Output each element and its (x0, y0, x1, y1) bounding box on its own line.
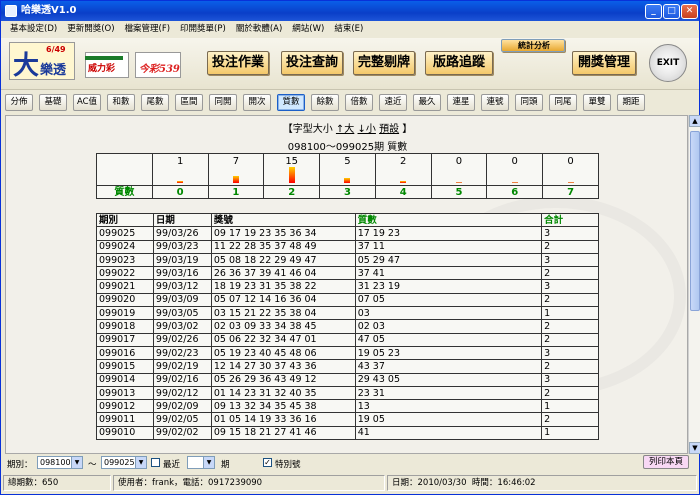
path-tracking-button[interactable]: 版路追蹤 (425, 51, 493, 75)
dist-cell: 15 (263, 153, 321, 186)
status-bar: 總期數：650 使用者：frank，電話：0917239090 日期：2010/… (1, 473, 699, 494)
report-panel: 【字型大小 ↑大 ↓小 預設 】 098100～099025期 質數 1 7 1… (5, 115, 688, 454)
banner: 大 6/49 樂透 威力彩 今彩539 投注作業 投注查詢 完整剔牌 版路追蹤 … (1, 38, 699, 90)
font-size-controls: 【字型大小 ↑大 ↓小 預設 】 (282, 124, 413, 135)
bet-operation-button[interactable]: 投注作業 (207, 51, 269, 75)
table-row[interactable]: 099021 99/03/12 18 19 23 31 35 38 22 31 23 … (96, 279, 599, 294)
app-window: 哈樂透V1.0 _ □ ✕ 基本設定(D) 更新開獎(O) 檔案管理(F) 印開… (0, 0, 700, 495)
dropdown-arrow-icon: ▼ (71, 457, 82, 468)
table-row[interactable]: 099016 99/02/23 05 19 23 40 45 48 06 19 05 … (96, 345, 599, 361)
dist-cell: 0 (542, 153, 599, 186)
recent-checkbox[interactable] (151, 458, 160, 467)
tab-streak-star[interactable]: 連星 (447, 94, 475, 111)
tab-tail[interactable]: 尾數 (141, 94, 169, 111)
tab-ac-value[interactable]: AC值 (73, 94, 101, 111)
table-row[interactable]: 099020 99/03/09 05 07 12 14 16 36 04 07 05 2 (96, 292, 599, 308)
prime-distribution-table: 1 7 15 5 2 0 0 0 質數 0 1 2 3 4 5 6 7 (96, 153, 599, 199)
menu-basic-settings[interactable]: 基本設定(D) (5, 22, 62, 37)
dist-row-label: 質數 (96, 185, 153, 199)
total-periods: 總期數：650 (3, 475, 111, 491)
menu-print-draw[interactable]: 印開獎單(P) (175, 22, 231, 37)
menu-file-manage[interactable]: 檔案管理(F) (120, 22, 176, 37)
big-lotto-logo[interactable]: 大 6/49 樂透 (9, 42, 75, 81)
draw-table: 期別 日期 獎號 質數 合計 099025 99/03/26 09 17 19 23… (96, 212, 599, 441)
tab-zone[interactable]: 區間 (175, 94, 203, 111)
scroll-up-icon[interactable]: ▲ (689, 115, 700, 127)
window-title: 哈樂透V1.0 (21, 5, 77, 16)
date-time: 日期：2010/03/30 時間：16:46:02 (387, 475, 697, 491)
tab-longest[interactable]: 最久 (413, 94, 441, 111)
scroll-down-icon[interactable]: ▼ (689, 442, 700, 454)
special-number-checkbox[interactable]: ✓ (263, 458, 272, 467)
tab-remainder[interactable]: 餘數 (311, 94, 339, 111)
table-row[interactable]: 099011 99/02/05 01 05 14 19 33 36 16 19 05 2 (96, 412, 599, 427)
font-increase-link[interactable]: ↑大 (336, 124, 354, 135)
table-row[interactable]: 099017 99/02/26 05 06 22 32 34 47 01 47 05 2 (96, 332, 599, 347)
dropdown-arrow-icon: ▼ (135, 457, 146, 468)
table-header-row: 期別 日期 獎號 質數 合計 (96, 212, 599, 228)
filter-bar: 期別： 098100 ▼ ～ 099025 ▼ 最近 ▼ 期 ✓ 特別號 列印本頁 (1, 455, 699, 471)
table-row[interactable]: 099014 99/02/16 05 26 29 36 43 49 12 29 43 … (96, 372, 599, 387)
tab-open-count[interactable]: 開次 (243, 94, 271, 111)
tab-basic[interactable]: 基礎 (39, 94, 67, 111)
table-row[interactable]: 099018 99/03/02 02 03 09 33 34 38 45 02 03 2 (96, 319, 599, 334)
dist-cell: 0 (486, 153, 544, 186)
full-filter-button[interactable]: 完整剔牌 (353, 51, 415, 75)
analysis-toolbar: 分佈 基礎 AC值 和數 尾數 區間 同開 開次 質數 餘數 倍數 遠近 最久 … (1, 93, 699, 113)
minimize-button[interactable]: _ (645, 4, 662, 19)
stat-analysis-button[interactable]: 統計分析 (501, 39, 565, 52)
table-row[interactable]: 099022 99/03/16 26 36 37 39 41 46 04 37 41 2 (96, 266, 599, 281)
table-row[interactable]: 099015 99/02/19 12 14 27 30 37 43 36 43 37 2 (96, 359, 599, 374)
font-decrease-link[interactable]: ↓小 (358, 124, 376, 135)
tab-same-open[interactable]: 同開 (209, 94, 237, 111)
menu-update-draw[interactable]: 更新開獎(O) (62, 22, 119, 37)
vertical-scrollbar[interactable]: ▲ ▼ (688, 115, 700, 454)
tab-same-head[interactable]: 同頭 (515, 94, 543, 111)
dist-cell: 5 (319, 153, 376, 186)
tab-odd-even[interactable]: 單雙 (583, 94, 611, 111)
report-title: 098100～099025期 質數 (287, 142, 408, 153)
table-row[interactable]: 099025 99/03/26 09 17 19 23 35 36 34 17 19 … (96, 226, 599, 241)
user-info: 使用者：frank，電話：0917239090 (113, 475, 385, 491)
dropdown-arrow-icon: ▼ (203, 457, 214, 468)
table-row[interactable]: 099019 99/03/05 03 15 21 22 35 38 04 03 1 (96, 306, 599, 321)
scroll-thumb[interactable] (690, 131, 700, 311)
dist-cell: 2 (374, 153, 432, 186)
tab-consecutive[interactable]: 連號 (481, 94, 509, 111)
period-from-select[interactable]: 098100 ▼ (37, 456, 83, 469)
exit-button[interactable]: EXIT (649, 44, 687, 82)
font-default-link[interactable]: 預設 (379, 124, 399, 135)
draw-manage-button[interactable]: 開獎管理 (572, 51, 636, 75)
dist-cell: 7 (207, 153, 265, 186)
title-bar: 哈樂透V1.0 _ □ ✕ (1, 1, 699, 21)
dist-cell: 0 (430, 153, 488, 186)
tab-period-gap[interactable]: 期距 (617, 94, 645, 111)
power-lotto-logo[interactable]: 威力彩 (85, 52, 129, 78)
menu-website[interactable]: 網站(W) (287, 22, 329, 37)
maximize-button[interactable]: □ (663, 4, 680, 19)
tab-distance[interactable]: 遠近 (379, 94, 407, 111)
recent-count-select[interactable]: ▼ (187, 456, 215, 469)
daily539-logo[interactable]: 今彩539 (135, 52, 181, 78)
table-row[interactable]: 099023 99/03/19 05 08 18 22 29 49 47 05 29 … (96, 252, 599, 268)
tab-distribution[interactable]: 分佈 (5, 94, 33, 111)
table-row[interactable]: 099013 99/02/12 01 14 23 31 32 40 35 23 31 2 (96, 385, 599, 401)
menu-about[interactable]: 關於軟體(A) (231, 22, 287, 37)
tab-prime[interactable]: 質數 (277, 94, 305, 111)
tab-multiple[interactable]: 倍數 (345, 94, 373, 111)
bet-query-button[interactable]: 投注查詢 (281, 51, 343, 75)
tab-sum[interactable]: 和數 (107, 94, 135, 111)
table-row[interactable]: 099010 99/02/02 09 15 18 21 27 41 46 41 1 (96, 425, 599, 441)
dist-cell: 1 (151, 153, 209, 186)
close-button[interactable]: ✕ (681, 4, 698, 19)
tab-same-tail[interactable]: 同尾 (549, 94, 577, 111)
app-icon (5, 5, 17, 17)
print-page-button[interactable]: 列印本頁 (643, 455, 689, 469)
menu-exit[interactable]: 結束(E) (329, 22, 368, 37)
period-to-select[interactable]: 099025 ▼ (101, 456, 147, 469)
menu-bar: 基本設定(D) 更新開獎(O) 檔案管理(F) 印開獎單(P) 關於軟體(A) … (1, 22, 699, 37)
table-row[interactable]: 099024 99/03/23 11 22 28 35 37 48 49 37 11 2 (96, 239, 599, 254)
table-row[interactable]: 099012 99/02/09 09 13 32 34 35 45 38 13 1 (96, 399, 599, 414)
